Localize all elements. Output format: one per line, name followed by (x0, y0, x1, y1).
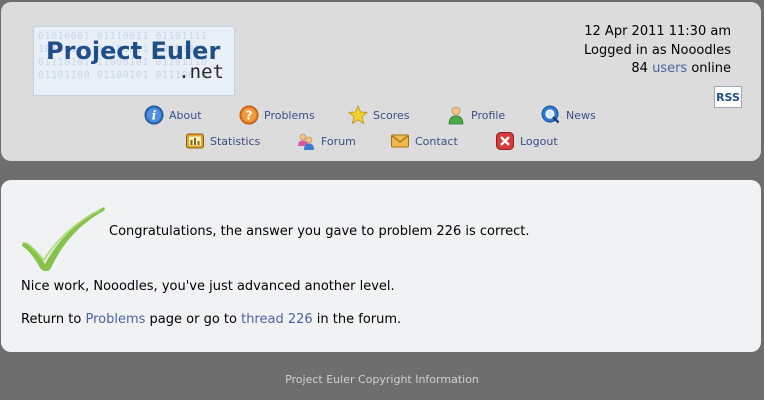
nav-forum[interactable]: Forum (296, 131, 356, 151)
project-euler-logo[interactable]: 01010001 01110011 01101111 10110100 0110… (33, 26, 235, 96)
datetime: 12 Apr 2011 11:30 am (584, 24, 731, 39)
user-info: 12 Apr 2011 11:30 am Logged in as Nooodl… (584, 23, 731, 79)
return-message: Return to Problems page or go to thread … (21, 312, 402, 327)
success-message: Congratulations, the answer you gave to … (109, 224, 530, 239)
nav-statistics[interactable]: Statistics (185, 131, 260, 151)
problems-link[interactable]: Problems (85, 312, 145, 327)
group-users-icon (298, 133, 314, 150)
nav-problems[interactable]: ? Problems (239, 105, 315, 125)
rss-button[interactable]: RSS (714, 86, 742, 108)
nav-profile[interactable]: Profile (446, 105, 505, 125)
info-icon: i (144, 105, 164, 125)
header-panel: 01010001 01110011 01101111 10110100 0110… (1, 2, 761, 161)
envelope-icon (391, 134, 409, 148)
nav-news[interactable]: News (541, 105, 596, 125)
logo-suffix: .net (178, 61, 224, 83)
footer-copyright[interactable]: Project Euler Copyright Information (0, 373, 764, 386)
question-icon: ? (239, 105, 259, 125)
user-icon (448, 106, 464, 125)
correct-checkmark-icon (22, 207, 105, 272)
nav-logout[interactable]: Logout (495, 131, 558, 151)
users-link[interactable]: users (652, 61, 687, 76)
star-icon (348, 105, 368, 125)
svg-text:?: ? (246, 109, 253, 123)
nav-contact[interactable]: Contact (390, 131, 458, 151)
statistics-icon (186, 133, 204, 149)
nav-scores[interactable]: Scores (348, 105, 410, 125)
login-status: Logged in as Nooodles (584, 42, 731, 58)
nav-about[interactable]: i About (144, 105, 202, 125)
username: Nooodles (670, 42, 731, 58)
svg-text:i: i (152, 109, 157, 123)
advance-message: Nice work, Nooodles, you've just advance… (21, 279, 395, 294)
globe-search-icon (541, 105, 560, 124)
online-users: 84 users online (631, 61, 731, 76)
logout-icon (496, 132, 514, 150)
thread-link[interactable]: thread 226 (241, 312, 313, 327)
main-panel: Congratulations, the answer you gave to … (1, 180, 761, 352)
